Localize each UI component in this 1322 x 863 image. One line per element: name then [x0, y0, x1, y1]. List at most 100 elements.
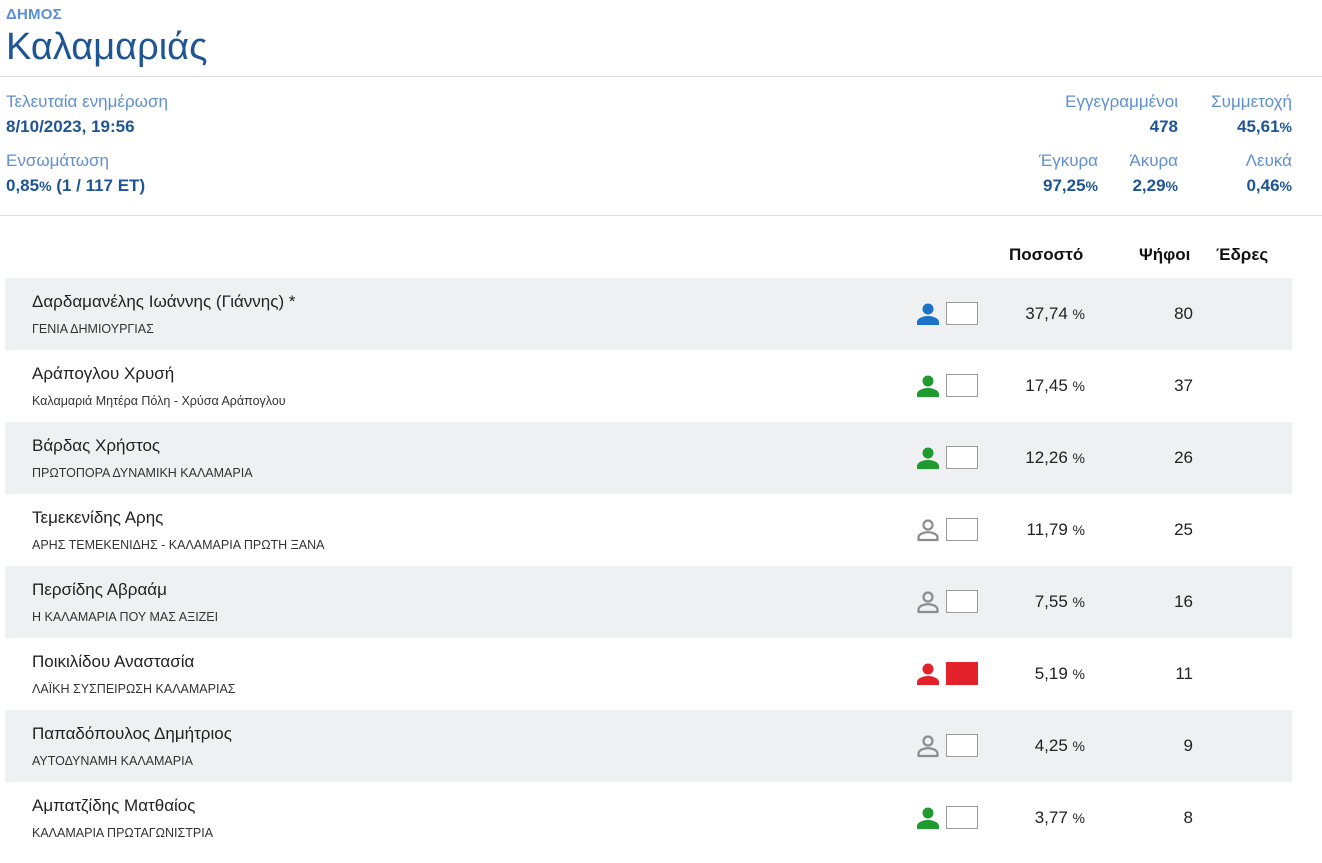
percent-sign: % [1279, 119, 1292, 135]
party-color-swatch [946, 374, 978, 397]
candidate-name: Παπαδόπουλος Δημήτριος [32, 724, 232, 743]
valid-stat: Έγκυρα 97,25% [1039, 151, 1098, 196]
registered-stat: Εγγεγραμμένοι 478 [1065, 92, 1178, 137]
percent-unit: % [1072, 522, 1085, 538]
party-name: ΓΕΝΙΑ ΔΗΜΙΟΥΡΓΙΑΣ [32, 322, 154, 336]
person-icon [915, 445, 941, 471]
percentage-value: 5,19 [1034, 664, 1068, 683]
percent-sign: % [1085, 178, 1098, 194]
candidate-name: Αράπογλου Χρυσή [32, 364, 175, 383]
column-header-votes[interactable]: Ψήφοι [1139, 245, 1190, 265]
integration-stat: Ενσωμάτωση 0,85% (1 / 117 ΕΤ) [6, 151, 145, 196]
candidate-name: Αμπατζίδης Ματθαίος [32, 796, 196, 815]
percent-sign: % [1279, 178, 1292, 194]
turnout-stat: Συμμετοχή 45,61% [1211, 92, 1292, 137]
results-table-header: Ποσοστό Ψήφοι Έδρες [0, 216, 1322, 278]
percentage-value: 7,55 [1034, 592, 1068, 611]
party-name: Η ΚΑΛΑΜΑΡΙΑ ΠΟΥ ΜΑΣ ΑΞΙΖΕΙ [32, 610, 219, 624]
party-color-swatch [946, 662, 978, 685]
blank-stat: Λευκά 0,46% [1246, 151, 1292, 196]
registered-value: 478 [1149, 117, 1178, 136]
vote-count: 80 [1174, 304, 1193, 323]
integration-count: (1 / 117 ΕΤ) [56, 176, 146, 195]
percent-sign: % [1165, 178, 1178, 194]
person-icon [915, 301, 941, 327]
valid-label: Έγκυρα [1038, 151, 1098, 170]
vote-count: 37 [1174, 376, 1193, 395]
candidate-row[interactable]: Αμπατζίδης Ματθαίος ΚΑΛΑΜΑΡΙΑ ΠΡΩΤΑΓΩΝΙΣΤ… [5, 782, 1292, 854]
page-header: ΔΗΜΟΣ Καλαμαριάς [0, 0, 1322, 77]
person-outline-icon [915, 589, 941, 615]
percent-unit: % [1072, 378, 1085, 394]
invalid-number: 2,29 [1132, 176, 1166, 195]
registered-label: Εγγεγραμμένοι [1065, 92, 1178, 111]
percent-unit: % [1072, 450, 1085, 466]
person-icon [915, 661, 941, 687]
blank-number: 0,46 [1246, 176, 1280, 195]
party-name: Καλαμαριά Μητέρα Πόλη - Χρύσα Αράπογλου [32, 394, 286, 408]
blank-value: 0,46% [1246, 176, 1292, 196]
candidate-name: Δαρδαμανέλης Ιωάννης (Γιάννης) * [32, 292, 296, 311]
percentage-value: 4,25 [1034, 736, 1068, 755]
vote-count: 8 [1183, 808, 1193, 827]
candidate-row[interactable]: Ποικιλίδου Αναστασία ΛΑΪΚΗ ΣΥΣΠΕΙΡΩΣΗ ΚΑΛ… [5, 638, 1292, 710]
integration-percent: 0,85 [6, 176, 40, 195]
candidate-row[interactable]: Παπαδόπουλος Δημήτριος ΑΥΤΟΔΥΝΑΜΗ ΚΑΛΑΜΑΡ… [5, 710, 1292, 782]
person-outline-icon [915, 733, 941, 759]
blank-label: Λευκά [1245, 151, 1292, 170]
invalid-stat: Άκυρα 2,29% [1129, 151, 1178, 196]
page-title: Καλαμαριάς [6, 26, 208, 68]
turnout-number: 45,61 [1237, 117, 1280, 136]
turnout-value: 45,61% [1211, 117, 1292, 137]
stats-panel: Τελευταία ενημέρωση 8/10/2023, 19:56 Ενσ… [0, 77, 1322, 216]
party-color-swatch [946, 518, 978, 541]
percent-unit: % [1072, 594, 1085, 610]
candidate-row[interactable]: Τεμεκενίδης Αρης ΑΡΗΣ ΤΕΜΕΚΕΝΙΔΗΣ - ΚΑΛΑΜ… [5, 494, 1292, 566]
vote-percentage: 7,55 % [1035, 592, 1085, 612]
party-name: ΑΥΤΟΔΥΝΑΜΗ ΚΑΛΑΜΑΡΙΑ [32, 754, 193, 768]
candidate-row[interactable]: Περσίδης Αβραάμ Η ΚΑΛΑΜΑΡΙΑ ΠΟΥ ΜΑΣ ΑΞΙΖΕ… [5, 566, 1292, 638]
vote-percentage: 3,77 % [1035, 808, 1085, 828]
percentage-value: 37,74 [1025, 304, 1068, 323]
last-update-stat: Τελευταία ενημέρωση 8/10/2023, 19:56 [6, 92, 168, 137]
candidate-name: Τεμεκενίδης Αρης [32, 508, 164, 527]
vote-count: 26 [1174, 448, 1193, 467]
candidate-name: Περσίδης Αβραάμ [32, 580, 167, 599]
party-color-swatch [946, 446, 978, 469]
candidate-name: Ποικιλίδου Αναστασία [32, 652, 195, 671]
vote-percentage: 17,45 % [1025, 376, 1085, 396]
column-header-seats[interactable]: Έδρες [1216, 245, 1268, 265]
column-header-percent[interactable]: Ποσοστό [1009, 245, 1083, 265]
vote-count: 16 [1174, 592, 1193, 611]
candidate-name: Βάρδας Χρήστος [32, 436, 161, 455]
vote-count: 9 [1183, 736, 1193, 755]
candidate-row[interactable]: Βάρδας Χρήστος ΠΡΩΤΟΠΟΡΑ ΔΥΝΑΜΙΚΗ ΚΑΛΑΜΑΡ… [5, 422, 1292, 494]
candidate-row[interactable]: Δαρδαμανέλης Ιωάννης (Γιάννης) * ΓΕΝΙΑ ΔΗ… [5, 278, 1292, 350]
percent-unit: % [1072, 738, 1085, 754]
vote-percentage: 5,19 % [1035, 664, 1085, 684]
percent-unit: % [1072, 666, 1085, 682]
party-color-swatch [946, 734, 978, 757]
valid-number: 97,25 [1043, 176, 1086, 195]
person-outline-icon [915, 517, 941, 543]
results-table-body: Δαρδαμανέλης Ιωάννης (Γιάννης) * ΓΕΝΙΑ ΔΗ… [0, 278, 1322, 854]
percentage-value: 3,77 [1034, 808, 1068, 827]
person-icon [915, 373, 941, 399]
party-color-swatch [946, 590, 978, 613]
vote-percentage: 11,79 % [1027, 520, 1085, 540]
party-name: ΠΡΩΤΟΠΟΡΑ ΔΥΝΑΜΙΚΗ ΚΑΛΑΜΑΡΙΑ [32, 466, 253, 480]
percent-unit: % [1072, 810, 1085, 826]
vote-count: 11 [1175, 664, 1193, 683]
party-color-swatch [946, 806, 978, 829]
percent-sign: % [39, 178, 52, 194]
candidate-row[interactable]: Αράπογλου Χρυσή Καλαμαριά Μητέρα Πόλη - Χ… [5, 350, 1292, 422]
last-update-value: 8/10/2023, 19:56 [6, 117, 135, 136]
percentage-value: 11,79 [1026, 520, 1068, 539]
party-color-swatch [946, 302, 978, 325]
percentage-value: 17,45 [1025, 376, 1068, 395]
percent-unit: % [1072, 306, 1085, 322]
party-name: ΑΡΗΣ ΤΕΜΕΚΕΝΙΔΗΣ - ΚΑΛΑΜΑΡΙΑ ΠΡΩΤΗ ΞΑΝΑ [32, 538, 325, 552]
person-icon [915, 805, 941, 831]
party-name: ΚΑΛΑΜΑΡΙΑ ΠΡΩΤΑΓΩΝΙΣΤΡΙΑ [32, 826, 214, 840]
municipality-kicker: ΔΗΜΟΣ [6, 6, 62, 23]
